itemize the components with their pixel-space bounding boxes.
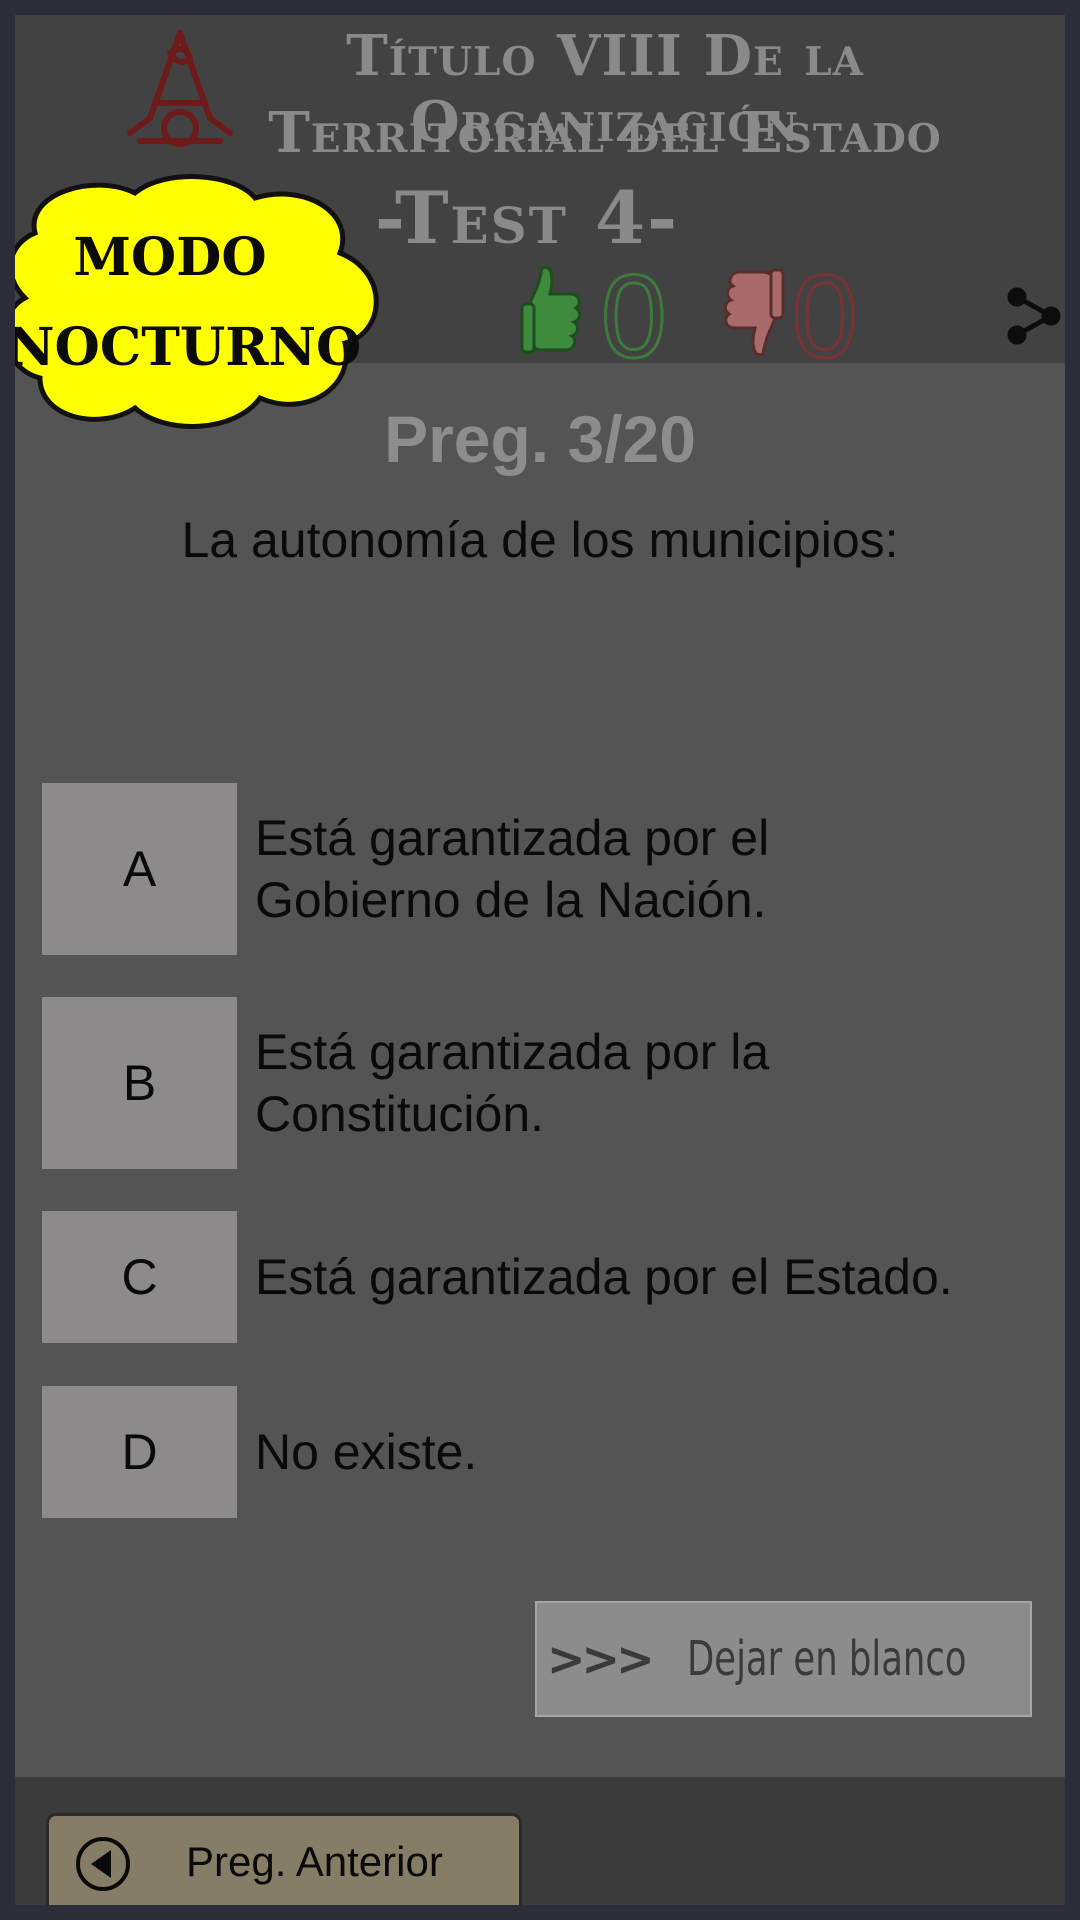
wrong-count: 0: [791, 251, 860, 383]
thumbs-up-icon: [520, 265, 582, 354]
leave-blank-label: Dejar en blanco: [686, 1631, 967, 1687]
option-b-text[interactable]: Está garantizada por la Constitución.: [255, 997, 1045, 1169]
night-mode-line-1: MODO: [73, 227, 267, 288]
option-d-text[interactable]: No existe.: [255, 1386, 1045, 1518]
bottom-bar: Preg. Anterior: [15, 1777, 1065, 1905]
option-c-button[interactable]: C: [42, 1211, 237, 1343]
thumbs-down-icon: [723, 268, 785, 357]
previous-question-button[interactable]: Preg. Anterior: [46, 1813, 522, 1905]
option-d-button[interactable]: D: [42, 1386, 237, 1518]
app-frame: Título VIII De la Organización Territori…: [15, 15, 1065, 1905]
previous-question-label: Preg. Anterior: [186, 1838, 443, 1885]
title-line-2: Territorial del Estado: [268, 100, 942, 166]
next-arrows-icon: >>>: [547, 1632, 655, 1686]
option-b-button[interactable]: B: [42, 997, 237, 1169]
back-arrow-icon: [76, 1837, 130, 1891]
share-icon[interactable]: [1005, 285, 1065, 345]
night-mode-line-2: NOCTURNO: [15, 317, 362, 378]
test-title: -Test 4-: [375, 175, 680, 260]
option-a-text[interactable]: Está garantizada por el Gobierno de la N…: [255, 783, 1045, 955]
option-a-button[interactable]: A: [42, 783, 237, 955]
question-area: Preg. 3/20 La autonomía de los municipio…: [15, 363, 1065, 1777]
correct-count: 0: [600, 251, 669, 383]
night-mode-badge[interactable]: [15, 173, 400, 433]
option-c-text[interactable]: Está garantizada por el Estado.: [255, 1211, 1045, 1343]
leave-blank-button[interactable]: >>> Dejar en blanco: [535, 1601, 1032, 1717]
question-text: La autonomía de los municipios:: [181, 512, 899, 568]
